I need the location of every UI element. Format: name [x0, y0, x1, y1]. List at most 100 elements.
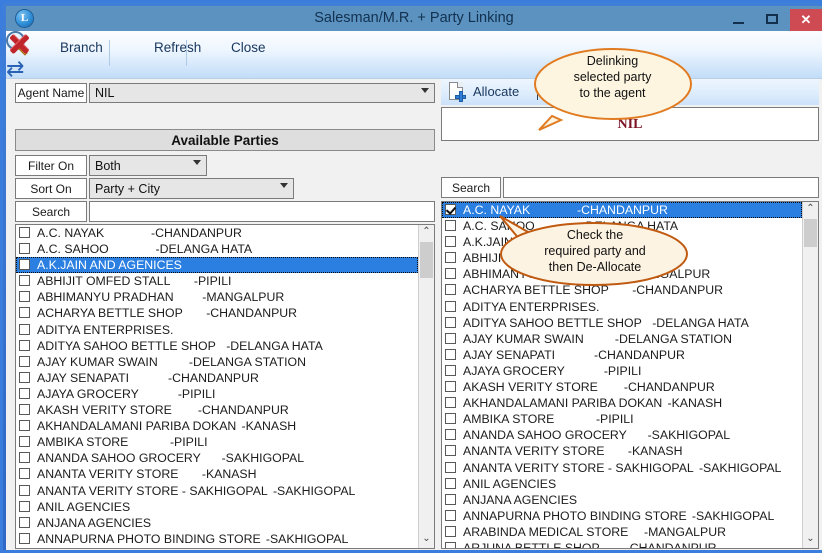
scroll-up-icon[interactable]: ⌃: [803, 202, 818, 218]
list-item[interactable]: AMBIKA STORE -PIPILI: [442, 411, 802, 427]
list-item[interactable]: A.C. SAHOO -DELANGA HATA: [16, 241, 418, 257]
filter-on-select[interactable]: Both: [89, 155, 207, 176]
list-item[interactable]: AJAYA GROCERY -PIPILI: [442, 363, 802, 379]
right-search-input[interactable]: [503, 177, 819, 198]
list-item-checkbox[interactable]: [19, 452, 30, 464]
list-item-checkbox[interactable]: [445, 316, 456, 328]
list-item[interactable]: AJAY SENAPATI -CHANDANPUR: [442, 347, 802, 363]
list-item-checkbox[interactable]: [445, 397, 456, 409]
list-item[interactable]: ANANDA SAHOO GROCERY -SAKHIGOPAL: [16, 450, 418, 466]
list-item[interactable]: ACHARYA BETTLE SHOP -CHANDANPUR: [16, 305, 418, 321]
list-item-checkbox[interactable]: [445, 461, 456, 473]
left-scroll-thumb[interactable]: [420, 242, 433, 278]
list-item[interactable]: ADITYA ENTERPRISES.: [16, 322, 418, 338]
list-item[interactable]: ABHIMANYU PRADHAN -MANGALPUR: [16, 289, 418, 305]
list-item-checkbox[interactable]: [19, 371, 30, 383]
left-list-scrollbar[interactable]: ⌃ ⌄: [418, 225, 434, 548]
list-item-checkbox[interactable]: [19, 323, 30, 335]
list-item-checkbox[interactable]: [19, 436, 30, 448]
list-item-checkbox[interactable]: [19, 500, 30, 512]
list-item[interactable]: ADITYA SAHOO BETTLE SHOP -DELANGA HATA: [442, 315, 802, 331]
close-window-button[interactable]: ✕: [790, 9, 822, 31]
right-list-scrollbar[interactable]: ⌃ ⌄: [802, 202, 818, 548]
refresh-icon[interactable]: ⇄: [6, 57, 30, 83]
list-item-checkbox[interactable]: [445, 220, 456, 232]
list-item-checkbox[interactable]: [445, 509, 456, 521]
list-item[interactable]: ANJANA AGENCIES: [16, 515, 418, 531]
list-item-checkbox[interactable]: [19, 259, 30, 271]
list-item-checkbox[interactable]: [445, 413, 456, 425]
list-item-checkbox[interactable]: [445, 300, 456, 312]
list-item[interactable]: ADITYA ENTERPRISES.: [442, 299, 802, 315]
list-item[interactable]: AJAY KUMAR SWAIN -DELANGA STATION: [16, 354, 418, 370]
agent-name-select[interactable]: NIL: [89, 83, 435, 103]
list-item-checkbox[interactable]: [19, 307, 30, 319]
list-item-checkbox[interactable]: [19, 243, 30, 255]
right-scroll-thumb[interactable]: [804, 219, 817, 247]
list-item[interactable]: AJAY SENAPATI -CHANDANPUR: [16, 370, 418, 386]
list-item[interactable]: ANJANA AGENCIES: [442, 492, 802, 508]
list-item-checkbox[interactable]: [19, 516, 30, 528]
list-item-checkbox[interactable]: [19, 227, 30, 238]
list-item-checkbox[interactable]: [19, 387, 30, 399]
list-item-checkbox[interactable]: [445, 445, 456, 457]
list-item-checkbox[interactable]: [445, 268, 456, 280]
list-item[interactable]: A.C. NAYAK -CHANDANPUR: [16, 225, 418, 241]
maximize-button[interactable]: [758, 9, 787, 30]
list-item-checkbox[interactable]: [19, 484, 30, 496]
list-item-checkbox[interactable]: [19, 291, 30, 303]
list-item-checkbox[interactable]: [19, 339, 30, 351]
list-item-checkbox[interactable]: [445, 525, 456, 537]
list-item[interactable]: ANANTA VERITY STORE - SAKHIGOPAL -SAKHIGO…: [442, 460, 802, 476]
minimize-button[interactable]: [724, 9, 753, 30]
scroll-down-icon[interactable]: ⌄: [419, 532, 434, 548]
allocate-button-label[interactable]: Allocate: [473, 84, 519, 99]
scroll-up-icon[interactable]: ⌃: [419, 225, 434, 241]
list-item-checkbox[interactable]: [445, 477, 456, 489]
list-item[interactable]: AMBIKA STORE -PIPILI: [16, 434, 418, 450]
list-item-checkbox[interactable]: [19, 355, 30, 367]
list-item[interactable]: A.K.JAIN AND AGENICES: [16, 257, 418, 274]
list-item[interactable]: ANANTA VERITY STORE -KANASH: [442, 443, 802, 459]
scroll-down-icon[interactable]: ⌄: [803, 532, 818, 548]
list-item[interactable]: ACHARYA BETTLE SHOP -CHANDANPUR: [442, 282, 802, 298]
list-item-checkbox[interactable]: [19, 468, 30, 480]
list-item-checkbox[interactable]: [19, 420, 30, 432]
list-item[interactable]: ANNAPURNA PHOTO BINDING STORE -SAKHIGOPAL: [16, 531, 418, 547]
branch-button-label[interactable]: Branch: [60, 40, 103, 55]
list-item-checkbox[interactable]: [445, 381, 456, 393]
list-item-checkbox[interactable]: [445, 204, 456, 215]
list-item-checkbox[interactable]: [445, 541, 456, 548]
list-item[interactable]: ARABINDA MEDICAL STORE-MANGALPUR: [16, 547, 418, 549]
list-item-checkbox[interactable]: [445, 332, 456, 344]
list-item-checkbox[interactable]: [445, 252, 456, 264]
list-item[interactable]: AKHANDALAMANI PARIBA DOKAN -KANASH: [16, 418, 418, 434]
list-item-checkbox[interactable]: [19, 404, 30, 416]
list-item[interactable]: AKHANDALAMANI PARIBA DOKAN -KANASH: [442, 395, 802, 411]
sort-on-select[interactable]: Party + City: [89, 178, 294, 199]
list-item[interactable]: ABHIJIT OMFED STALL -PIPILI: [16, 273, 418, 289]
allocate-icon[interactable]: [447, 82, 468, 103]
list-item[interactable]: ANANDA SAHOO GROCERY -SAKHIGOPAL: [442, 427, 802, 443]
list-item-checkbox[interactable]: [445, 348, 456, 360]
close-button-label[interactable]: Close: [231, 40, 266, 55]
list-item-checkbox[interactable]: [19, 532, 30, 544]
list-item[interactable]: ANNAPURNA PHOTO BINDING STORE -SAKHIGOPAL: [442, 508, 802, 524]
list-item-checkbox[interactable]: [445, 284, 456, 296]
list-item[interactable]: ANANTA VERITY STORE - SAKHIGOPAL -SAKHIGO…: [16, 483, 418, 499]
list-item[interactable]: AKASH VERITY STORE -CHANDANPUR: [16, 402, 418, 418]
list-item[interactable]: AKASH VERITY STORE -CHANDANPUR: [442, 379, 802, 395]
available-parties-list[interactable]: A.C. NAYAK -CHANDANPUR A.C. SAHOO -DELANGA …: [15, 224, 435, 549]
list-item[interactable]: ANIL AGENCIES: [442, 476, 802, 492]
list-item[interactable]: ARJUNA BETTLE SHOP -CHANDANPUR: [442, 540, 802, 548]
list-item[interactable]: ARABINDA MEDICAL STORE-MANGALPUR: [442, 524, 802, 540]
list-item[interactable]: ANANTA VERITY STORE -KANASH: [16, 466, 418, 482]
list-item[interactable]: AJAY KUMAR SWAIN -DELANGA STATION: [442, 331, 802, 347]
list-item[interactable]: A.C. NAYAK -CHANDANPUR: [442, 202, 802, 219]
left-search-input[interactable]: [89, 201, 435, 222]
list-item[interactable]: ADITYA SAHOO BETTLE SHOP -DELANGA HATA: [16, 338, 418, 354]
list-item[interactable]: AJAYA GROCERY -PIPILI: [16, 386, 418, 402]
list-item-checkbox[interactable]: [19, 275, 30, 287]
list-item-checkbox[interactable]: [445, 364, 456, 376]
refresh-button-label[interactable]: Refresh: [154, 40, 201, 55]
